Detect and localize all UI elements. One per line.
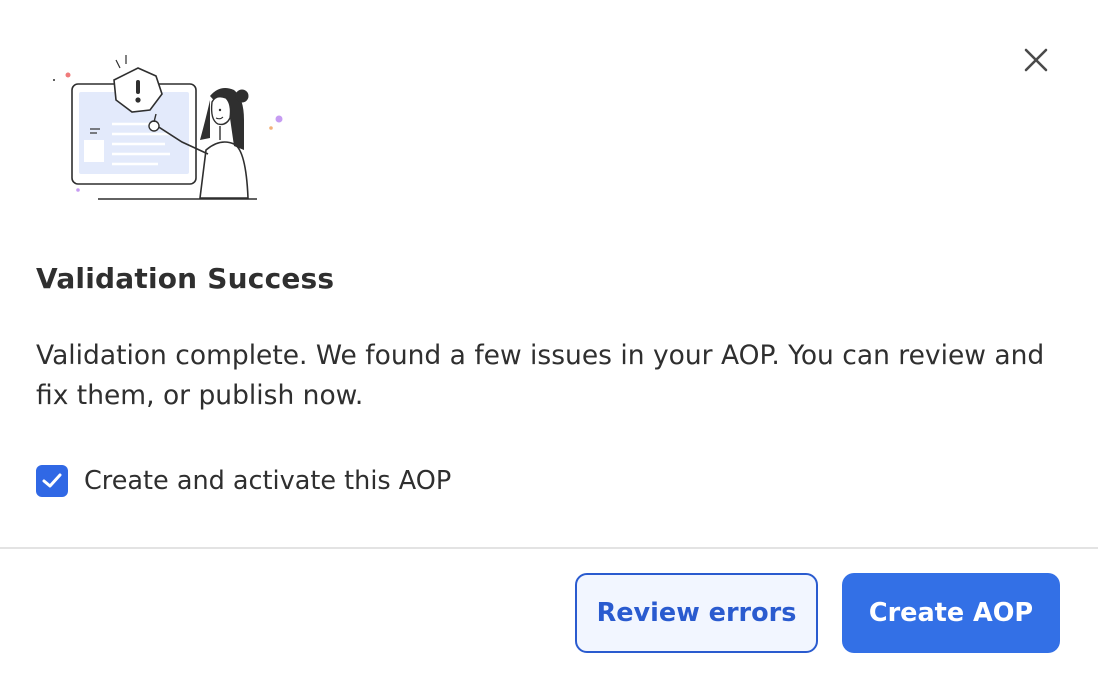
- dialog-message: Validation complete. We found a few issu…: [36, 340, 1045, 411]
- close-icon: [1024, 48, 1048, 72]
- activate-aop-option: Create and activate this AOP: [36, 464, 451, 498]
- create-aop-button[interactable]: Create AOP: [842, 573, 1060, 653]
- close-button[interactable]: [1018, 42, 1054, 78]
- validation-dialog: Validation Success Validation complete. …: [0, 0, 1098, 674]
- dialog-title: Validation Success: [36, 262, 335, 295]
- activate-aop-checkbox[interactable]: [36, 465, 68, 497]
- footer-divider: [0, 547, 1098, 549]
- review-errors-button[interactable]: Review errors: [575, 573, 818, 653]
- checkmark-icon: [42, 473, 62, 488]
- activate-aop-label[interactable]: Create and activate this AOP: [84, 466, 451, 496]
- warning-illustration: [50, 50, 290, 210]
